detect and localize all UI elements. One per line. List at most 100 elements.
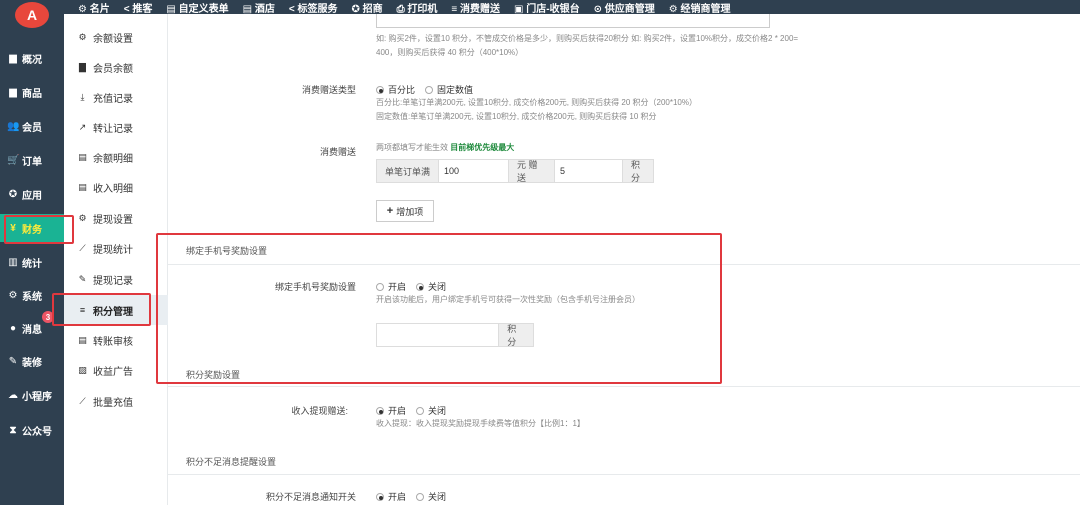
income-on[interactable]: 开启 (376, 404, 406, 417)
yuan-gift-addon: 元 赠送 (509, 160, 555, 183)
top-nav-item-9[interactable]: ⊙ 供应商管理 (594, 0, 655, 15)
pencil-icon: ✎ (78, 273, 87, 284)
consume-hint-2: 固定数值:单笔订单满200元, 设置10积分, 成交价格200元, 则购买后获得… (376, 112, 657, 121)
top-nav-item-0[interactable]: ⚙ 名片 (78, 0, 110, 15)
top-nav-item-7[interactable]: ≡ 消费赠送 (451, 0, 500, 15)
line-chart-icon: ⟋ (79, 395, 86, 406)
submenu-item-3[interactable]: ↗ 转让记录 (64, 112, 168, 142)
sidebar-item-3[interactable]: 🛒 订单 (0, 146, 64, 174)
submenu-item-label: 收益广告 (93, 366, 133, 378)
sidebar-item-label: 装修 (22, 357, 42, 369)
sidebar-item-0[interactable]: ▆ 概况 (0, 44, 64, 72)
order-full-input[interactable]: 100 (439, 160, 509, 182)
external-icon: ↗ (78, 121, 87, 132)
sidebar-item-1[interactable]: ▆ 商品 (0, 78, 64, 106)
consume-type-percent[interactable]: 百分比 (376, 83, 415, 96)
consume-gift-label: 消费赠送 (319, 147, 356, 157)
sidebar-item-label: 商品 (22, 88, 42, 100)
sidebar-item-label: 小程序 (22, 391, 52, 403)
top-nav-label: 打印机 (407, 3, 438, 15)
submenu-item-10[interactable]: ▤ 转账审核 (64, 325, 168, 355)
top-nav-item-3[interactable]: ▤ 酒店 (243, 0, 275, 15)
chart-icon: ▥ (8, 256, 18, 268)
finance-submenu: ⚙ 余额设置 ▇ 会员余额 ⤓ 充值记录 ↗ 转让记录 ▤ 余额明细 ▤ 收入明细 ⚙ 提现设置 ⟋ 提现统计… (64, 14, 168, 505)
order-full-addon: 单笔订单满 (377, 160, 439, 182)
consume-type-fixed[interactable]: 固定数值 (425, 83, 473, 96)
download-icon: ⤓ (80, 91, 85, 102)
radio-icon (376, 406, 384, 415)
insufficient-label: 积分不足消息通知开关 (265, 492, 356, 502)
submenu-item-label: 余额明细 (93, 153, 133, 165)
submenu-item-label: 收入明细 (93, 183, 133, 195)
top-nav-label: 酒店 (254, 3, 275, 15)
submenu-item-2[interactable]: ⤓ 充值记录 (64, 82, 168, 112)
income-off[interactable]: 关闭 (416, 404, 446, 417)
nav-icon: ▤ (166, 3, 179, 15)
users-icon: 👥 (7, 120, 20, 132)
top-nav-label: 供应商管理 (604, 3, 655, 15)
insufficient-off[interactable]: 关闭 (416, 490, 446, 503)
submenu-item-5[interactable]: ▤ 收入明细 (64, 172, 168, 202)
nav-icon: ✪ (351, 3, 363, 15)
submenu-item-12[interactable]: ⟋ 批量充值 (64, 386, 168, 416)
top-nav-label: 自定义表单 (178, 3, 229, 15)
top-nav-item-10[interactable]: ⚙ 经销商管理 (669, 0, 731, 15)
add-item-button[interactable]: + 增加项 (376, 200, 434, 222)
insufficient-on[interactable]: 开启 (376, 490, 406, 503)
top-nav-item-6[interactable]: ⎙ 打印机 (397, 0, 438, 15)
sidebar-item-9[interactable]: ✎ 装修 (0, 347, 64, 375)
cart-icon: 🛒 (7, 154, 20, 166)
top-nav-label: 名片 (89, 3, 110, 15)
image-icon: ▨ (78, 364, 87, 375)
submenu-item-7[interactable]: ⟋ 提现统计 (64, 233, 168, 263)
top-nav-item-8[interactable]: ▣ 门店-收银台 (514, 0, 580, 15)
submenu-item-label: 会员余额 (93, 63, 133, 75)
top-nav-item-5[interactable]: ✪ 招商 (351, 0, 382, 15)
consume-gift-input-group: 单笔订单满 100 元 赠送 5 积分 (376, 159, 654, 183)
nav-icon: ⎙ (396, 3, 408, 15)
left-sidebar: A ▆ 概况 ▆ 商品 👥 会员 🛒 订单 ✪ 应用 ¥ 财务 ▥ 统计 ⚙ 系统 ● 消息 ✎ 装修 ☁ 小程序 ⧗ 公众号… (0, 0, 64, 505)
top-nav-item-1[interactable]: < 推客 (124, 0, 153, 15)
file-icon: ▤ (78, 334, 87, 345)
hint-top-2: 400，则购买后获得 40 积分（400*10%） (376, 48, 524, 57)
submenu-item-11[interactable]: ▨ 收益广告 (64, 355, 168, 385)
radio-icon (376, 492, 384, 501)
sidebar-item-10[interactable]: ☁ 小程序 (0, 381, 64, 409)
submenu-item-6[interactable]: ⚙ 提现设置 (64, 203, 168, 233)
nav-icon: ⚙ (668, 3, 681, 15)
logo[interactable]: A (0, 0, 64, 30)
submenu-item-label: 提现统计 (93, 244, 133, 256)
top-input-field[interactable] (376, 14, 770, 28)
logo-icon: A (15, 2, 49, 28)
submenu-item-0[interactable]: ⚙ 余额设置 (64, 22, 168, 52)
radio-icon (425, 85, 434, 94)
apps-icon: ✪ (8, 188, 18, 200)
submenu-item-label: 余额设置 (93, 33, 133, 45)
gift-value-input[interactable]: 5 (555, 160, 623, 182)
submenu-item-label: 转让记录 (93, 123, 133, 135)
book-icon: ▇ (79, 61, 86, 72)
submenu-item-1[interactable]: ▇ 会员余额 (64, 52, 168, 82)
top-nav-label: 推客 (132, 3, 153, 15)
sidebar-item-label: 会员 (22, 122, 42, 134)
submenu-item-label: 提现记录 (93, 275, 133, 287)
sidebar-item-2[interactable]: 👥 会员 (0, 112, 64, 140)
hint-top-1: 如: 购买2件，设置10 积分，不管成交价格是多少，则购买后获得20积分 如: … (376, 34, 799, 43)
top-nav-item-2[interactable]: ▤ 自定义表单 (166, 0, 228, 15)
submenu-item-label: 提现设置 (93, 214, 133, 226)
top-nav-item-4[interactable]: < 标签服务 (289, 0, 338, 15)
sidebar-item-6[interactable]: ▥ 统计 (0, 248, 64, 276)
sidebar-item-11[interactable]: ⧗ 公众号 (0, 416, 64, 444)
sidebar-item-label: 消息 (22, 324, 42, 336)
nav-icon: ▤ (242, 3, 255, 15)
sidebar-item-label: 公众号 (22, 426, 52, 438)
submenu-item-8[interactable]: ✎ 提现记录 (64, 264, 168, 294)
consume-gift-hint: 两项都填写才能生效 目前梯优先级最大 (376, 143, 515, 152)
sidebar-item-4[interactable]: ✪ 应用 (0, 180, 64, 208)
chat-icon: ● (9, 322, 17, 334)
submenu-item-4[interactable]: ▤ 余额明细 (64, 142, 168, 172)
radio-icon (416, 492, 425, 501)
nav-icon: ⊙ (593, 3, 605, 15)
top-nav-label: 经销商管理 (680, 3, 731, 15)
box-icon: ▆ (9, 86, 17, 98)
